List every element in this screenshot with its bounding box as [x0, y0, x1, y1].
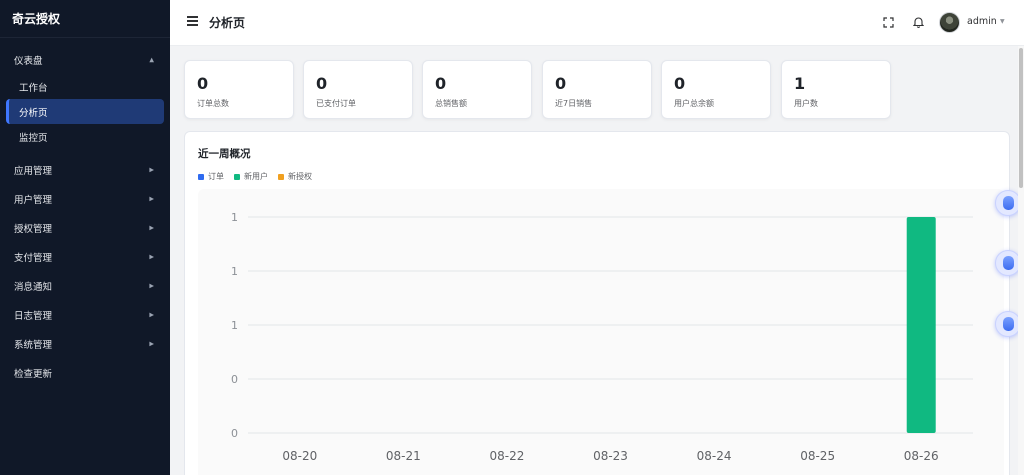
mouse-icon [1002, 256, 1014, 270]
mouse-icon [1002, 317, 1014, 331]
stat-value: 0 [197, 74, 209, 93]
x-tick-label: 08-23 [593, 449, 628, 463]
stat-label: 总销售额 [435, 99, 467, 108]
sidebar-menu: 仪表盘 ▲ 工作台 分析页 监控页 应用管理 ▶ 用户管理 ▶ 授权管理 ▶ 支… [0, 38, 170, 387]
stat-value: 0 [316, 74, 328, 93]
page-title: 分析页 [209, 16, 246, 30]
stat-card-user-count: 1 用户数 [781, 60, 891, 119]
sidebar-item-check-update[interactable]: 检查更新 [0, 358, 170, 387]
legend-item-new-users[interactable]: 新用户 [234, 171, 268, 182]
chevron-right-icon: ▶ [149, 195, 154, 202]
x-tick-label: 08-24 [697, 449, 732, 463]
sidebar-item-label: 检查更新 [14, 368, 53, 380]
stat-value: 0 [674, 74, 686, 93]
panel-title: 近一周概况 [198, 148, 251, 160]
y-tick-label: 0 [231, 427, 238, 440]
sidebar-item-label: 支付管理 [14, 252, 53, 264]
y-tick-label: 0 [231, 373, 238, 386]
stat-value: 0 [435, 74, 447, 93]
y-tick-label: 1 [231, 211, 238, 224]
sidebar-item-label: 消息通知 [14, 281, 53, 293]
stat-card-orders: 0 订单总数 [184, 60, 294, 119]
chevron-right-icon: ▶ [149, 340, 154, 347]
sidebar-item-label: 应用管理 [14, 165, 53, 177]
legend-label: 新用户 [244, 172, 268, 181]
legend-item-orders[interactable]: 订单 [198, 171, 224, 182]
sidebar-item-analysis[interactable]: 分析页 [6, 99, 164, 124]
stat-card-user-balance: 0 用户总余额 [661, 60, 771, 119]
legend-swatch [198, 173, 204, 180]
sidebar-item-label: 日志管理 [14, 310, 53, 322]
legend-item-new-licenses[interactable]: 新授权 [278, 171, 312, 182]
stat-card-total-sales: 0 总销售额 [422, 60, 532, 119]
chart-legend: 订单 新用户 新授权 [198, 171, 312, 182]
chevron-right-icon: ▶ [149, 311, 154, 318]
x-tick-label: 08-21 [386, 449, 421, 463]
sidebar-item-label: 仪表盘 [14, 56, 43, 67]
stat-value: 0 [555, 74, 567, 93]
x-tick-label: 08-26 [904, 449, 939, 463]
x-tick-label: 08-22 [489, 449, 524, 463]
bell-icon[interactable] [912, 16, 924, 28]
sidebar-item-logs[interactable]: 日志管理 ▶ [0, 300, 170, 329]
x-tick-label: 08-25 [800, 449, 835, 463]
page-scrollbar[interactable] [1018, 46, 1024, 475]
mouse-icon [1002, 196, 1014, 210]
stat-label: 用户数 [794, 99, 818, 108]
chevron-right-icon: ▶ [149, 253, 154, 260]
stat-label: 订单总数 [197, 99, 229, 108]
scrollbar-thumb[interactable] [1019, 48, 1023, 188]
legend-label: 订单 [208, 172, 224, 181]
stat-value: 1 [794, 74, 806, 93]
stat-label: 近7日销售 [555, 99, 593, 108]
chevron-up-icon: ▲ [149, 56, 154, 64]
legend-label: 新授权 [288, 172, 312, 181]
sidebar-item-monitor[interactable]: 监控页 [6, 124, 164, 149]
brand-title: 奇云授权 [0, 0, 170, 38]
sidebar-item-notifications[interactable]: 消息通知 ▶ [0, 271, 170, 300]
sidebar-item-licenses[interactable]: 授权管理 ▶ [0, 213, 170, 242]
x-tick-label: 08-20 [282, 449, 317, 463]
chevron-right-icon: ▶ [149, 166, 154, 173]
chart-area: 1 1 1 0 0 08-20 08-21 08-22 08-23 08-24 08-25 08-26 [198, 189, 1004, 475]
username[interactable]: admin [967, 16, 997, 27]
sidebar-item-payments[interactable]: 支付管理 ▶ [0, 242, 170, 271]
fullscreen-icon[interactable] [882, 16, 894, 28]
stat-label: 用户总余额 [674, 99, 714, 108]
sidebar-item-label: 系统管理 [14, 339, 53, 351]
bar[interactable] [906, 217, 936, 433]
sidebar-item-apps[interactable]: 应用管理 ▶ [0, 155, 170, 184]
stat-card-paid-orders: 0 已支付订单 [303, 60, 413, 119]
chevron-right-icon: ▶ [149, 282, 154, 289]
chevron-right-icon: ▶ [149, 224, 154, 231]
stat-card-weekly-sales: 0 近7日销售 [542, 60, 652, 119]
weekly-overview-panel: 近一周概况 订单 新用户 新授权 1 1 1 0 0 08-20 08-21 08-22 08-… [184, 131, 1010, 475]
sidebar-item-users[interactable]: 用户管理 ▶ [0, 184, 170, 213]
sidebar-item-dashboard[interactable]: 仪表盘 ▲ [0, 46, 170, 74]
avatar[interactable] [939, 12, 960, 33]
sidebar-item-label: 授权管理 [14, 223, 53, 235]
chevron-down-icon[interactable]: ▼ [1000, 18, 1005, 25]
sidebar-item-label: 用户管理 [14, 194, 53, 206]
sidebar-item-workbench[interactable]: 工作台 [6, 74, 164, 99]
legend-swatch [278, 173, 284, 180]
sidebar-item-system[interactable]: 系统管理 ▶ [0, 329, 170, 358]
menu-toggle-icon[interactable] [187, 16, 198, 26]
top-header: 分析页 admin ▼ [170, 0, 1024, 46]
legend-swatch [234, 173, 240, 180]
sidebar: 奇云授权 仪表盘 ▲ 工作台 分析页 监控页 应用管理 ▶ 用户管理 ▶ 授权管… [0, 0, 170, 475]
stat-label: 已支付订单 [316, 99, 356, 108]
y-tick-label: 1 [231, 265, 238, 278]
bar-chart: 1 1 1 0 0 08-20 08-21 08-22 08-23 08-24 08-25 08-26 [231, 211, 973, 463]
y-tick-label: 1 [231, 319, 238, 332]
